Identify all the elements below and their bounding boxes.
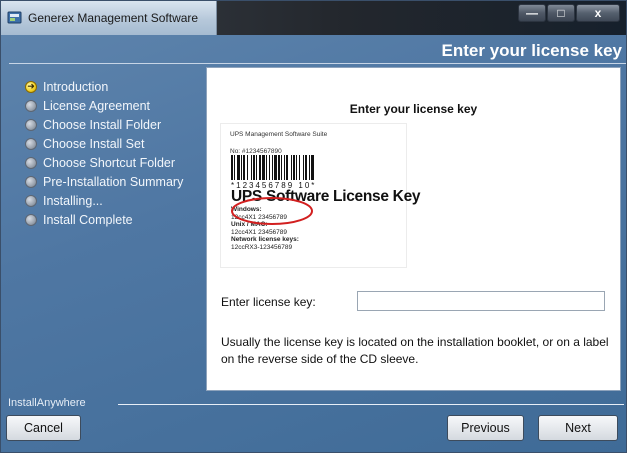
step-label: Pre-Installation Summary: [43, 174, 184, 189]
step-item-choose-install-set: Choose Install Set: [25, 134, 183, 153]
highlight-circle-icon: [231, 197, 313, 225]
barcode-icon: [231, 155, 314, 180]
step-item-installing: Installing...: [25, 191, 183, 210]
unix-key: 12cc4X1 23456789: [231, 228, 288, 236]
step-label: Installing...: [43, 193, 103, 208]
step-item-pre-installation-summary: Pre-Installation Summary: [25, 172, 183, 191]
title-bar: Generex Management Software — □ x: [1, 1, 626, 35]
footer-divider: [118, 404, 624, 405]
window-controls: — □ x: [517, 4, 620, 22]
step-label: License Agreement: [43, 98, 151, 113]
step-item-license-agreement: License Agreement: [25, 96, 183, 115]
license-key-input[interactable]: [357, 291, 605, 311]
card-number: No: #1234567890: [230, 148, 282, 155]
pending-step-icon: [25, 213, 37, 226]
content-panel: Enter your license key UPS Management So…: [206, 67, 621, 391]
panel-title: Enter your license key: [349, 102, 478, 116]
next-button[interactable]: Next: [538, 415, 618, 441]
step-label: Introduction: [43, 79, 109, 94]
app-icon: [7, 11, 22, 24]
step-item-choose-install-folder: Choose Install Folder: [25, 115, 183, 134]
maximize-button[interactable]: □: [547, 4, 575, 22]
minimize-button[interactable]: —: [518, 4, 546, 22]
step-label: Choose Install Folder: [43, 117, 162, 132]
step-item-introduction: ➜ Introduction: [25, 77, 183, 96]
license-key-label: Enter license key:: [221, 295, 316, 309]
header-divider: [9, 63, 626, 64]
pending-step-icon: [25, 118, 37, 131]
card-header: UPS Management Software Suite: [230, 131, 328, 138]
pending-step-icon: [25, 99, 37, 112]
close-button[interactable]: x: [576, 4, 620, 22]
step-list: ➜ Introduction License Agreement Choose …: [25, 77, 183, 229]
step-label: Choose Shortcut Folder: [43, 155, 176, 170]
step-item-install-complete: Install Complete: [25, 210, 183, 229]
network-key: 12ccRX3-123456789: [231, 243, 293, 251]
cancel-button[interactable]: Cancel: [6, 415, 81, 441]
network-label: Network license keys:: [231, 236, 299, 244]
pending-step-icon: [25, 194, 37, 207]
installanywhere-brand: InstallAnywhere: [8, 397, 86, 409]
current-step-arrow-icon: ➜: [25, 80, 37, 93]
license-card-image: UPS Management Software Suite No: #12345…: [220, 123, 421, 268]
step-item-choose-shortcut-folder: Choose Shortcut Folder: [25, 153, 183, 172]
license-key-hint: Usually the license key is located on th…: [221, 335, 609, 366]
pending-step-icon: [25, 175, 37, 188]
previous-button[interactable]: Previous: [447, 415, 524, 441]
pending-step-icon: [25, 137, 37, 150]
window-title: Generex Management Software: [28, 11, 199, 25]
pending-step-icon: [25, 156, 37, 169]
step-label: Install Complete: [43, 212, 133, 227]
step-label: Choose Install Set: [43, 136, 145, 151]
page-title: Enter your license key: [441, 41, 622, 60]
installer-window: Generex Management Software — □ x Enter …: [0, 0, 627, 453]
